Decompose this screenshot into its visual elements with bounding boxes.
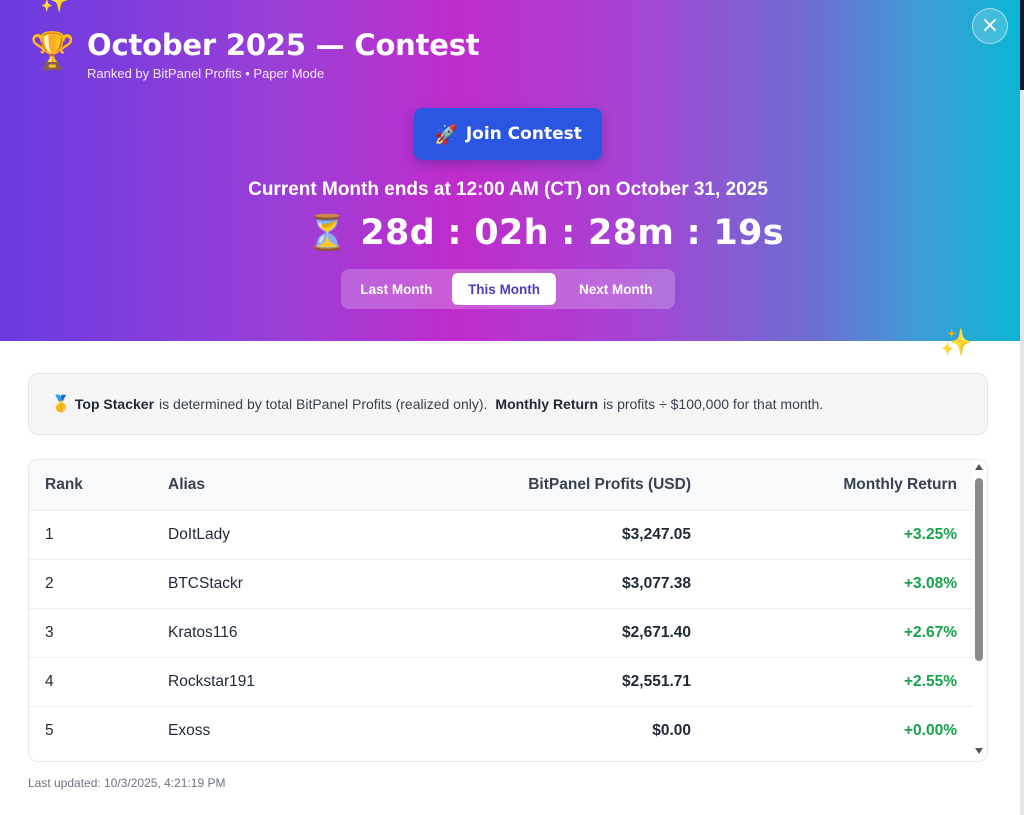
hourglass-icon: ⏳ [306, 213, 349, 253]
top-stacker-description: is determined by total BitPanel Profits … [159, 396, 488, 412]
page-subtitle: Ranked by BitPanel Profits • Paper Mode [87, 66, 325, 81]
return-cell: +3.25% [903, 525, 957, 543]
sparkle-icon: ✨ [940, 328, 973, 358]
alias-cell: Rockstar191 [168, 672, 256, 690]
profits-cell: $0.00 [652, 721, 691, 739]
rank-cell: 5 [45, 721, 54, 739]
profits-cell: $3,077.38 [622, 574, 691, 592]
table-row: 2 BTCStackr $3,077.38 +3.08% [29, 559, 973, 608]
last-updated-text: Last updated: 10/3/2025, 4:21:19 PM [28, 776, 226, 790]
tab-last-month[interactable]: Last Month [345, 273, 448, 305]
trophy-icon: 🏆 [30, 31, 75, 72]
return-cell: +2.67% [903, 623, 957, 641]
contest-modal: ✨ × 🏆 October 2025 — Contest Ranked by B… [0, 0, 1020, 815]
profits-cell: $2,671.40 [622, 623, 691, 641]
scrollbar-thumb[interactable] [975, 478, 983, 661]
join-contest-button[interactable]: 🚀 Join Contest [414, 108, 602, 160]
table-row: 3 Kratos116 $2,671.40 +2.67% [29, 608, 973, 657]
monthly-return-term: Monthly Return [495, 396, 599, 412]
profits-cell: $3,247.05 [622, 525, 691, 543]
column-header-alias: Alias [168, 475, 206, 493]
scoring-info: 🥇 Top Stacker is determined by total Bit… [28, 373, 988, 435]
close-icon: × [980, 13, 1000, 38]
column-header-profits: BitPanel Profits (USD) [528, 475, 691, 493]
alias-cell: BTCStackr [168, 574, 243, 592]
rank-cell: 4 [45, 672, 54, 690]
top-stacker-term: Top Stacker [74, 396, 155, 412]
column-header-return: Monthly Return [843, 475, 957, 493]
return-cell: +3.08% [903, 574, 957, 592]
countdown-text: 28d : 02h : 28m : 19s [360, 213, 784, 253]
countdown-timer: ⏳ 28d : 02h : 28m : 19s [306, 213, 784, 253]
contest-hero: ✨ × 🏆 October 2025 — Contest Ranked by B… [0, 0, 1020, 341]
alias-cell: DoItLady [168, 525, 231, 543]
return-cell: +2.55% [903, 672, 957, 690]
profits-cell: $2,551.71 [622, 672, 691, 690]
tab-this-month[interactable]: This Month [451, 273, 557, 305]
scroll-up-arrow-icon[interactable] [975, 464, 983, 470]
sparkle-icon: ✨ [40, 0, 70, 14]
monthly-return-description: is profits ÷ $100,000 for that month. [603, 396, 824, 412]
tab-next-month[interactable]: Next Month [560, 273, 671, 305]
window-edge-strip [1020, 0, 1024, 90]
alias-cell: Kratos116 [168, 623, 238, 641]
rocket-icon: 🚀 [434, 123, 458, 146]
rank-cell: 3 [45, 623, 54, 641]
page-title: October 2025 — Contest [87, 28, 480, 62]
join-contest-label: Join Contest [465, 124, 582, 144]
table-row: 4 Rockstar191 $2,551.71 +2.55% [29, 657, 973, 706]
month-selector: Last Month This Month Next Month [341, 269, 675, 309]
rank-cell: 2 [45, 574, 54, 592]
column-header-rank: Rank [45, 475, 83, 493]
leaderboard-table: Rank Alias BitPanel Profits (USD) Monthl… [28, 459, 988, 762]
medal-icon: 🥇 [51, 396, 71, 413]
close-button[interactable]: × [972, 8, 1008, 44]
table-row: 1 DoItLady $3,247.05 +3.25% [29, 510, 973, 559]
rank-cell: 1 [45, 525, 54, 543]
table-scrollbar[interactable] [972, 460, 986, 761]
window-edge [1020, 0, 1024, 815]
alias-cell: Exoss [168, 721, 211, 739]
month-end-notice: Current Month ends at 12:00 AM (CT) on O… [248, 179, 768, 200]
return-cell: +0.00% [903, 721, 957, 739]
table-header-row: Rank Alias BitPanel Profits (USD) Monthl… [29, 460, 973, 510]
table-row: 5 Exoss $0.00 +0.00% [29, 706, 973, 755]
scroll-down-arrow-icon[interactable] [975, 748, 983, 754]
